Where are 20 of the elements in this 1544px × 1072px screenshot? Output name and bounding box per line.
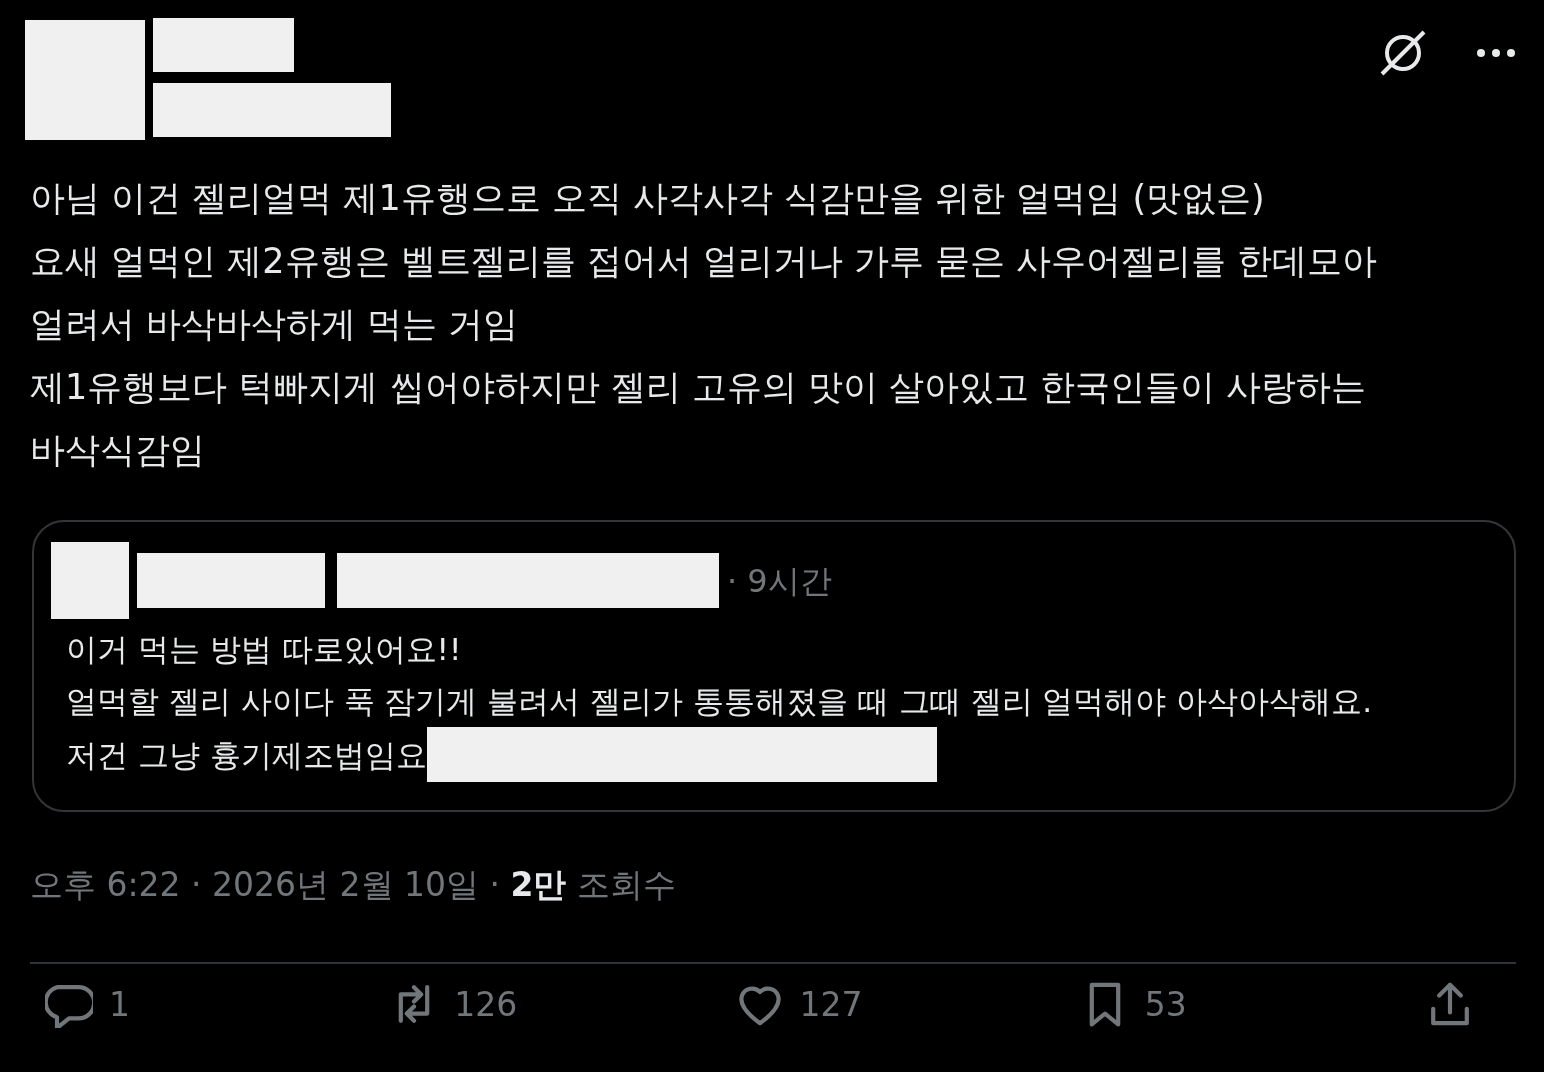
quote-text: 이거 먹는 방법 따로있어요!! [66, 630, 462, 669]
repost-count: 126 [454, 983, 518, 1026]
views-label: 조회수 [577, 865, 676, 904]
quote-time: · 9시간 [727, 560, 832, 602]
post-text: 바삭식감임 [30, 429, 206, 472]
bookmark-count: 53 [1144, 983, 1187, 1026]
quote-text: 얼먹할 젤리 사이다 푹 잠기게 불려서 젤리가 통통해졌을 때 그때 젤리 얼먹해야 아삭아삭해요. [66, 682, 1373, 721]
post-text: 아님 이건 젤리얼먹 제1유행으로 오직 사각사각 식감만을 위한 얼먹임 (맛없은) [30, 177, 1266, 220]
slashed-circle-icon[interactable] [1378, 28, 1428, 78]
post-text: 얼려서 바삭바삭하게 먹는 거임 [30, 303, 520, 346]
view-count: 2만 [510, 865, 567, 904]
quoted-post-card[interactable]: · 9시간 이거 먹는 방법 따로있어요!! 얼먹할 젤리 사이다 푹 잠기게 불려서 젤리가 통통해졌을 때 그때 젤리 얼먹해야 아삭아삭해요. 저건 그냥 흉기제조법임요 [32, 520, 1516, 812]
post-text: 요새 얼먹인 제2유행은 벨트젤리를 접어서 얼리거나 가루 묻은 사우어젤리를 한데모아 [30, 240, 1379, 283]
quote-text: 저건 그냥 흉기제조법임요 [66, 735, 427, 775]
post-timestamp: 오후 6:22 · 2026년 2월 10일 [30, 865, 479, 904]
post-text: 제1유행보다 턱빠지게 씹어야하지만 젤리 고유의 맛이 살아있고 한국인들이 사랑하는 [30, 366, 1368, 409]
like-count: 127 [799, 983, 863, 1026]
separator-dot: · [489, 865, 500, 904]
more-icon[interactable] [1476, 48, 1516, 58]
reply-count: 1 [109, 983, 130, 1026]
